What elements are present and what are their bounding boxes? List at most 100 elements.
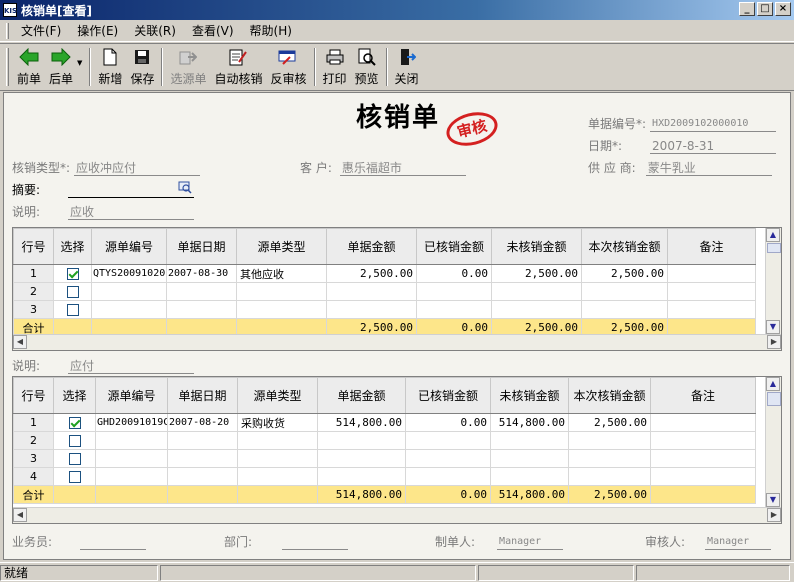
verify-type-field: 核销类型*: 应收冲应付 — [12, 159, 201, 176]
toolbar-separator — [313, 48, 316, 86]
close-form-button[interactable]: 关闭 — [391, 47, 423, 87]
prev-button[interactable]: 前单 — [13, 47, 45, 87]
document-form: 核销单 审核 单据编号*: HXD2009102000010 日期*: 2007… — [3, 92, 791, 560]
column-header[interactable]: 选择 — [53, 228, 92, 265]
select-checkbox[interactable] — [68, 471, 81, 483]
column-header[interactable]: 已核销金额 — [405, 377, 491, 414]
audit-stamp: 审核 — [442, 107, 502, 151]
auditor-value: Manager — [705, 535, 772, 550]
close-door-icon — [398, 47, 416, 67]
scroll-thumb[interactable] — [767, 392, 781, 406]
arrow-left-icon — [19, 47, 39, 67]
verify-type-value[interactable]: 应收冲应付 — [74, 161, 201, 176]
supplier-value[interactable]: 蒙牛乳业 — [645, 161, 772, 176]
select-source-icon — [179, 47, 198, 67]
scroll-left-icon[interactable]: ◀ — [13, 508, 27, 522]
select-source-button[interactable]: 选源单 — [166, 47, 210, 87]
chevron-down-icon[interactable]: ▼ — [77, 59, 82, 67]
toolbar-separator — [385, 48, 388, 86]
table-row[interactable]: 3 — [13, 449, 756, 468]
column-header[interactable]: 选择 — [53, 377, 96, 414]
menu-help[interactable]: 帮助(H) — [242, 22, 300, 39]
table-row[interactable]: 3 — [13, 300, 756, 319]
column-header[interactable]: 单据日期 — [167, 377, 238, 414]
auto-verify-icon — [229, 47, 248, 67]
print-button[interactable]: 打印 — [319, 47, 351, 87]
summary-input[interactable] — [68, 183, 195, 198]
vertical-scrollbar[interactable]: ▲ ▼ — [765, 228, 781, 334]
preview-button[interactable]: 预览 — [351, 47, 383, 87]
new-document-icon — [103, 47, 117, 67]
scroll-up-icon[interactable]: ▲ — [766, 377, 780, 391]
horizontal-scrollbar[interactable]: ◀ ▶ — [13, 507, 781, 523]
column-header[interactable]: 行号 — [13, 228, 54, 265]
menu-file[interactable]: 文件(F) — [13, 22, 69, 39]
payable-grid: 行号 选择 源单编号 单据日期 源单类型 单据金额 已核销金额 未核销金额 本次… — [12, 376, 782, 524]
menu-relation[interactable]: 关联(R) — [126, 22, 184, 39]
select-checkbox[interactable] — [66, 268, 79, 280]
column-header[interactable]: 未核销金额 — [490, 377, 569, 414]
auto-verify-button[interactable]: 自动核销 — [210, 47, 266, 87]
department-value[interactable] — [282, 535, 349, 550]
note-receivable-field: 说明: 应收 — [12, 203, 195, 220]
column-header[interactable]: 源单编号 — [91, 228, 167, 265]
scroll-left-icon[interactable]: ◀ — [13, 335, 27, 349]
column-header[interactable]: 单据金额 — [326, 228, 417, 265]
column-header[interactable]: 未核销金额 — [491, 228, 582, 265]
doc-date-field: 日期*: 2007-8-31 — [588, 137, 777, 154]
title-bar: KIS 核销单[查看] _ □ × — [0, 0, 794, 20]
table-row[interactable]: 1 GHD20091019C 2007-08-20 采购收货 514,800.0… — [13, 413, 756, 432]
maximize-button[interactable]: □ — [757, 2, 773, 16]
close-button[interactable]: × — [775, 2, 791, 16]
column-header[interactable]: 本次核销金额 — [568, 377, 651, 414]
salesman-value[interactable] — [80, 535, 147, 550]
column-header[interactable]: 本次核销金额 — [581, 228, 668, 265]
save-button[interactable]: 保存 — [126, 47, 158, 87]
menu-operation[interactable]: 操作(E) — [69, 22, 126, 39]
horizontal-scrollbar[interactable]: ◀ ▶ — [13, 334, 781, 350]
toolbar-separator — [161, 48, 164, 86]
column-header[interactable]: 源单类型 — [237, 377, 318, 414]
scroll-right-icon[interactable]: ▶ — [767, 508, 781, 522]
scroll-up-icon[interactable]: ▲ — [766, 228, 780, 242]
customer-field: 客 户: 惠乐福超市 — [300, 159, 466, 176]
doc-number-value[interactable]: HXD2009102000010 — [650, 117, 777, 132]
unaudit-button[interactable]: 反审核 — [266, 47, 310, 87]
scroll-thumb[interactable] — [767, 243, 781, 253]
table-header-row: 行号 选择 源单编号 单据日期 源单类型 单据金额 已核销金额 未核销金额 本次… — [13, 228, 756, 265]
vertical-scrollbar[interactable]: ▲ ▼ — [765, 377, 781, 507]
select-checkbox[interactable] — [68, 435, 81, 447]
lookup-icon[interactable] — [178, 181, 192, 197]
select-checkbox[interactable] — [68, 417, 81, 429]
column-header[interactable]: 单据金额 — [317, 377, 406, 414]
column-header[interactable]: 单据日期 — [166, 228, 237, 265]
note-receivable-value[interactable]: 应收 — [68, 205, 195, 220]
customer-value[interactable]: 惠乐福超市 — [339, 161, 466, 176]
next-button[interactable]: 后单 — [45, 47, 77, 87]
column-header[interactable]: 已核销金额 — [416, 228, 492, 265]
print-icon — [326, 47, 344, 67]
table-row[interactable]: 2 — [13, 282, 756, 301]
menu-view[interactable]: 查看(V) — [184, 22, 242, 39]
table-row[interactable]: 1 QTYS20091020 2007-08-30 其他应收 2,500.00 … — [13, 264, 756, 283]
doc-date-value[interactable]: 2007-8-31 — [650, 139, 777, 154]
column-header[interactable]: 备注 — [650, 377, 756, 414]
column-header[interactable]: 备注 — [667, 228, 756, 265]
minimize-button[interactable]: _ — [739, 2, 755, 16]
menu-grip — [6, 22, 9, 39]
supplier-field: 供 应 商: 蒙牛乳业 — [588, 159, 772, 176]
table-row[interactable]: 2 — [13, 431, 756, 450]
select-checkbox[interactable] — [68, 453, 81, 465]
select-checkbox[interactable] — [66, 304, 79, 316]
new-button[interactable]: 新增 — [94, 47, 126, 87]
select-checkbox[interactable] — [66, 286, 79, 298]
scroll-down-icon[interactable]: ▼ — [766, 320, 780, 334]
note-payable-value[interactable]: 应付 — [68, 359, 195, 374]
scroll-right-icon[interactable]: ▶ — [767, 335, 781, 349]
column-header[interactable]: 源单编号 — [95, 377, 168, 414]
scroll-down-icon[interactable]: ▼ — [766, 493, 780, 507]
payable-table: 行号 选择 源单编号 单据日期 源单类型 单据金额 已核销金额 未核销金额 本次… — [13, 377, 756, 504]
column-header[interactable]: 源单类型 — [236, 228, 327, 265]
column-header[interactable]: 行号 — [13, 377, 54, 414]
table-row[interactable]: 4 — [13, 467, 756, 486]
